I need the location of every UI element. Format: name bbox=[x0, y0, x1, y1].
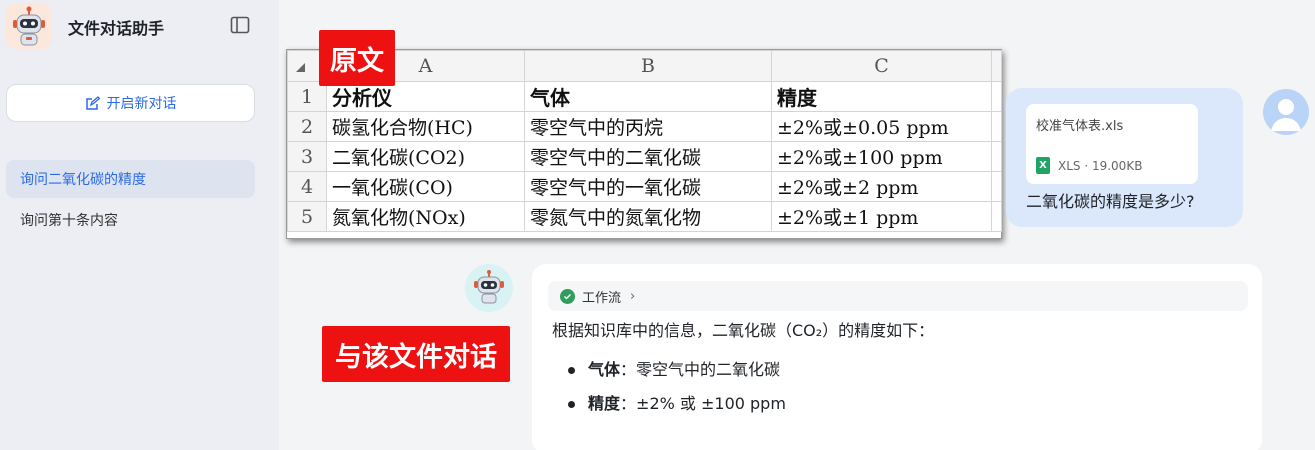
list-item-value: ±2% 或 ±100 ppm bbox=[636, 394, 786, 413]
assistant-avatar-icon bbox=[465, 264, 513, 312]
table-cell: 零空气中的一氧化碳 bbox=[524, 171, 772, 202]
table-cell: 分析仪 bbox=[326, 81, 525, 112]
edit-icon bbox=[85, 95, 100, 110]
workflow-toggle[interactable]: 工作流 › bbox=[548, 281, 1248, 311]
table-cell bbox=[991, 111, 1002, 142]
new-chat-label: 开启新对话 bbox=[106, 96, 177, 112]
table-cell: 碳氢化合物(HC) bbox=[326, 111, 525, 142]
conversation-label: 询问第十条内容 bbox=[20, 213, 118, 229]
table-cell: 零空气中的丙烷 bbox=[524, 111, 772, 142]
table-row: 4 一氧化碳(CO) 零空气中的一氧化碳 ±2%或±2 ppm bbox=[287, 171, 1002, 202]
robot-logo-icon bbox=[6, 3, 52, 49]
list-item-key: 气体 bbox=[588, 360, 621, 379]
table-row: 1 分析仪 气体 精度 bbox=[287, 81, 1002, 112]
answer-list: 气体：零空气中的二氧化碳 精度：±2% 或 ±100 ppm bbox=[568, 357, 786, 425]
file-attachment-card[interactable]: 校准气体表.xls X XLS · 19.00KB bbox=[1026, 104, 1198, 184]
user-avatar-icon bbox=[1263, 89, 1309, 135]
table-row: 5 氮氧化物(NOx) 零氮气中的氮氧化物 ±2%或±1 ppm bbox=[287, 201, 1002, 232]
table-cell: ±2%或±2 ppm bbox=[771, 171, 992, 202]
app-title: 文件对话助手 bbox=[68, 19, 165, 38]
user-message-bubble: 校准气体表.xls X XLS · 19.00KB 二氧化碳的精度是多少? bbox=[1006, 88, 1243, 227]
original-text-label: 原文 bbox=[319, 30, 395, 86]
column-header: B bbox=[524, 50, 772, 82]
check-circle-icon bbox=[560, 288, 575, 304]
table-cell bbox=[991, 81, 1002, 112]
list-item-key: 精度 bbox=[588, 394, 621, 413]
table-cell bbox=[991, 201, 1002, 232]
table-cell: 二氧化碳(CO2) bbox=[326, 141, 525, 172]
table-cell bbox=[991, 141, 1002, 172]
table-row: 2 碳氢化合物(HC) 零空气中的丙烷 ±2%或±0.05 ppm bbox=[287, 111, 1002, 142]
table-cell bbox=[991, 171, 1002, 202]
row-number: 5 bbox=[287, 201, 327, 232]
table-cell: 一氧化碳(CO) bbox=[326, 171, 525, 202]
list-item-value: 零空气中的二氧化碳 bbox=[636, 360, 781, 379]
list-item-separator: ： bbox=[620, 394, 637, 413]
chevron-right-icon: › bbox=[630, 288, 636, 304]
file-meta: XLS · 19.00KB bbox=[1058, 159, 1143, 173]
table-row: 3 二氧化碳(CO2) 零空气中的二氧化碳 ±2%或±100 ppm bbox=[287, 141, 1002, 172]
column-header: C bbox=[771, 50, 992, 82]
assistant-message-card: 工作流 › 根据知识库中的信息，二氧化碳（CO₂）的精度如下： 气体：零空气中的… bbox=[532, 264, 1262, 450]
excel-file-icon: X bbox=[1036, 157, 1050, 174]
sidebar: 文件对话助手 开启新对话 询问二氧化碳的精度 询问第十条内容 bbox=[0, 0, 279, 450]
sidebar-toggle-icon[interactable] bbox=[230, 16, 250, 34]
table-cell: 精度 bbox=[771, 81, 992, 112]
table-cell: 零空气中的二氧化碳 bbox=[524, 141, 772, 172]
table-cell: 气体 bbox=[524, 81, 772, 112]
table-cell: 零氮气中的氮氧化物 bbox=[524, 201, 772, 232]
conversation-label: 询问二氧化碳的精度 bbox=[20, 172, 146, 188]
table-cell: 氮氧化物(NOx) bbox=[326, 201, 525, 232]
chat-with-file-label: 与该文件对话 bbox=[322, 326, 510, 382]
row-number: 1 bbox=[287, 81, 327, 112]
workflow-label: 工作流 bbox=[582, 290, 622, 306]
row-number: 3 bbox=[287, 141, 327, 172]
file-name: 校准气体表.xls bbox=[1036, 119, 1124, 134]
row-number: 2 bbox=[287, 111, 327, 142]
answer-intro-text: 根据知识库中的信息，二氧化碳（CO₂）的精度如下： bbox=[552, 321, 935, 340]
new-chat-button[interactable]: 开启新对话 bbox=[6, 84, 255, 122]
list-item-separator: ： bbox=[620, 360, 637, 379]
table-cell: ±2%或±0.05 ppm bbox=[771, 111, 992, 142]
list-item: 精度：±2% 或 ±100 ppm bbox=[568, 391, 786, 425]
table-cell: ±2%或±1 ppm bbox=[771, 201, 992, 232]
conversation-item[interactable]: 询问第十条内容 bbox=[6, 201, 255, 239]
column-header bbox=[991, 50, 1002, 82]
list-item: 气体：零空气中的二氧化碳 bbox=[568, 357, 786, 391]
user-question-text: 二氧化碳的精度是多少? bbox=[1026, 192, 1195, 211]
conversation-item-active[interactable]: 询问二氧化碳的精度 bbox=[6, 160, 255, 198]
row-number: 4 bbox=[287, 171, 327, 202]
table-cell: ±2%或±100 ppm bbox=[771, 141, 992, 172]
